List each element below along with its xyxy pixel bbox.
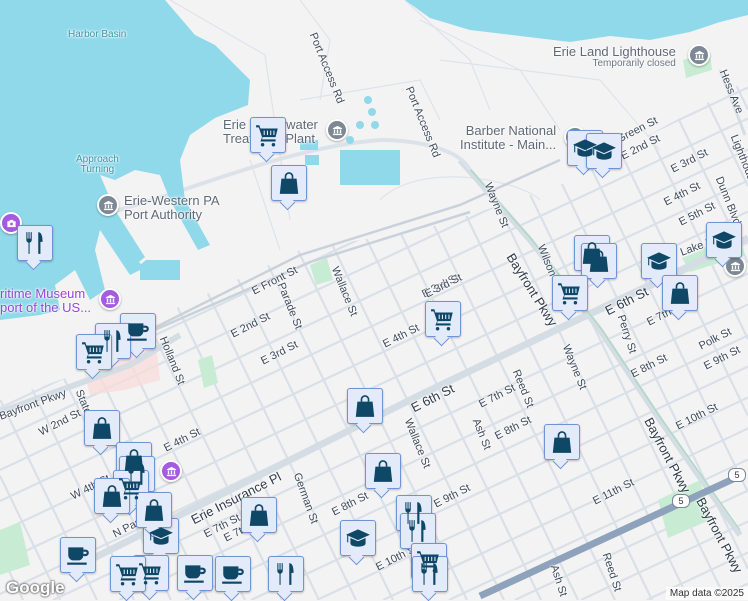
poi-line: Port Authority (124, 206, 203, 222)
cup-icon (182, 560, 208, 586)
fork-icon (273, 561, 299, 587)
school-marker[interactable] (586, 133, 622, 169)
cart-icon (255, 122, 281, 148)
cart-icon (557, 280, 583, 306)
fork-icon (417, 561, 443, 587)
poi-line: Erie-Western PA (124, 193, 220, 208)
grocery-marker[interactable] (425, 301, 461, 337)
poi-line: Barber National (465, 123, 557, 138)
fork-icon (22, 230, 48, 256)
landmark-icon[interactable] (97, 194, 119, 216)
maritime-museum-label[interactable]: ritime Museum port of the US... (0, 287, 91, 314)
poi-status: Temporarily closed (592, 57, 676, 69)
google-logo[interactable]: Google (6, 578, 65, 598)
museum-icon[interactable] (99, 288, 121, 310)
grad-icon (345, 525, 371, 551)
cart-icon (115, 561, 141, 587)
lake-erie (405, 0, 748, 42)
cup-icon (125, 318, 151, 344)
restaurant-marker[interactable] (412, 556, 448, 592)
bag-icon (89, 415, 115, 441)
grad-icon (591, 138, 617, 164)
bag-icon (246, 502, 272, 528)
shopping-marker[interactable] (94, 478, 130, 514)
map-attribution[interactable]: Map data ©2025 (665, 587, 748, 600)
harbor-basin-label: Harbor Basin (68, 29, 127, 40)
cafe-marker[interactable] (177, 555, 213, 591)
restaurant-marker[interactable] (400, 513, 436, 549)
route-5-shield: 5 (728, 468, 746, 482)
poi-line: ritime Museum (0, 286, 86, 301)
shopping-marker[interactable] (84, 410, 120, 446)
cafe-marker[interactable] (215, 556, 251, 592)
school-marker[interactable] (641, 243, 677, 279)
cart-icon (81, 339, 107, 365)
route-5-shield: 5 (672, 494, 690, 508)
bag-icon (586, 248, 612, 274)
bag-icon (352, 393, 378, 419)
barber-institute-label[interactable]: Barber National Institute - Main... (460, 124, 556, 151)
grocery-marker[interactable] (250, 117, 286, 153)
port-authority-label[interactable]: Erie-Western PA Port Authority (124, 194, 220, 221)
harbor-basin (0, 0, 250, 320)
grocery-marker[interactable] (110, 556, 146, 592)
lighthouse-label[interactable]: Erie Land Lighthouse Temporarily closed (553, 45, 676, 69)
bag-icon (141, 497, 167, 523)
cafe-marker[interactable] (60, 537, 96, 573)
bag-icon (667, 280, 693, 306)
grocery-marker[interactable] (76, 334, 112, 370)
grocery-marker[interactable] (552, 275, 588, 311)
school-marker[interactable] (340, 520, 376, 556)
bag-icon (370, 458, 396, 484)
shopping-marker[interactable] (365, 453, 401, 489)
grad-icon (148, 523, 174, 549)
grad-icon (711, 227, 737, 253)
poi-line: Institute - Main... (460, 136, 557, 152)
fork-icon (405, 518, 431, 544)
landmark-icon[interactable] (326, 119, 348, 141)
shopping-marker[interactable] (581, 243, 617, 279)
shopping-marker[interactable] (136, 492, 172, 528)
grad-icon (646, 248, 672, 274)
cart-icon (430, 306, 456, 332)
shopping-marker[interactable] (271, 165, 307, 201)
poi-line: port of the US... (0, 299, 92, 315)
school-marker[interactable] (143, 518, 179, 554)
bag-icon (99, 483, 125, 509)
restaurant-marker[interactable] (17, 225, 53, 261)
museum-icon[interactable] (160, 460, 182, 482)
bag-icon (276, 170, 302, 196)
cup-icon (65, 542, 91, 568)
poi-line: Erie Land Lighthouse (553, 44, 676, 59)
landmark-icon[interactable] (688, 44, 710, 66)
shopping-marker[interactable] (544, 424, 580, 460)
cup-icon (220, 561, 246, 587)
shopping-marker[interactable] (347, 388, 383, 424)
turning-label: Turning (80, 164, 115, 175)
restaurant-marker[interactable] (268, 556, 304, 592)
shopping-marker[interactable] (241, 497, 277, 533)
shopping-marker[interactable] (662, 275, 698, 311)
bag-icon (549, 429, 575, 455)
cart-icon (138, 560, 164, 586)
school-marker[interactable] (706, 222, 742, 258)
approach-turning-label: Approach Turning (76, 155, 119, 175)
